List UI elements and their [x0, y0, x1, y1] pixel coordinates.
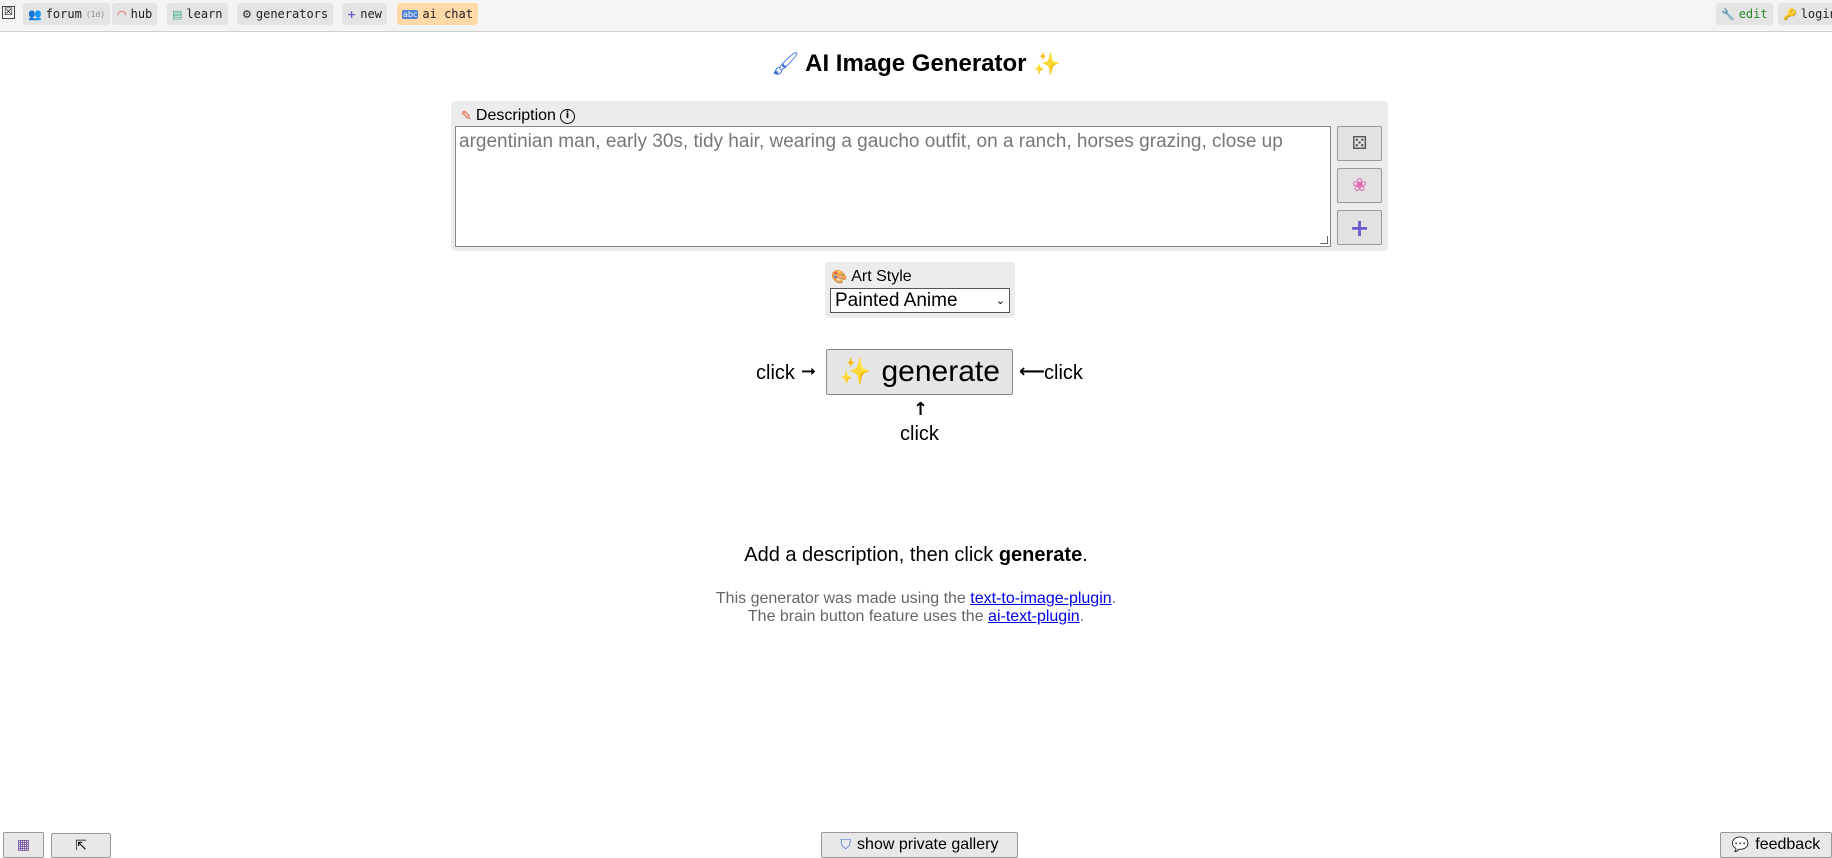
generators-button[interactable]: ⚙ generators	[237, 3, 334, 25]
edit-button[interactable]: 🔧 edit	[1716, 3, 1773, 25]
ai-text-plugin-link[interactable]: ai-text-plugin	[988, 608, 1080, 625]
art-style-label: 🎨 Art Style	[831, 268, 912, 286]
art-style-selected: Painted Anime	[835, 290, 958, 311]
credits-line-2-prefix: The brain button feature uses the	[747, 608, 989, 625]
wrench-icon: 🔧	[1721, 7, 1735, 21]
forum-button[interactable]: 👥 forum (1d)	[23, 3, 111, 25]
new-label: new	[360, 7, 382, 21]
edit-label: edit	[1738, 7, 1768, 21]
instruction-bold: generate	[998, 544, 1083, 566]
arrow-left-icon: ⟵	[1019, 361, 1045, 382]
instruction-prefix: Add a description, then click	[744, 544, 999, 566]
page-title-text: AI Image Generator	[805, 50, 1027, 77]
login-label: login	[1800, 7, 1832, 21]
magic-wand-icon: ✨	[1033, 52, 1061, 77]
generators-label: generators	[255, 7, 329, 21]
click-hint-right: click	[1044, 362, 1083, 384]
paintbrush-icon: 🖌	[771, 52, 800, 77]
click-hint-left: click	[756, 362, 795, 384]
show-private-gallery-button[interactable]: ⛉ show private gallery	[821, 832, 1018, 858]
hub-button[interactable]: ◠ hub	[112, 3, 158, 25]
credits-text: This generator was made using the text-t…	[0, 590, 1832, 626]
plus-icon: +	[347, 7, 357, 21]
art-style-label-text: Art Style	[851, 268, 912, 285]
books-icon: ▤	[172, 7, 183, 21]
art-style-select[interactable]: Painted Anime ⌄	[830, 288, 1010, 313]
description-input[interactable]: argentinian man, early 30s, tidy hair, w…	[455, 126, 1331, 247]
shield-icon: ⛉	[840, 837, 852, 853]
arrow-right-icon: ➞	[801, 361, 817, 382]
credits-line-2: The brain button feature uses the ai-tex…	[0, 608, 1832, 626]
description-label-text: Description	[475, 107, 556, 124]
abc-icon: abc	[402, 9, 419, 19]
text-to-image-plugin-link[interactable]: text-to-image-plugin	[970, 590, 1111, 607]
chevron-down-icon: ⌄	[995, 294, 1005, 307]
learn-label: learn	[186, 7, 223, 21]
gallery-thumbnail-button[interactable]: ▦	[3, 832, 44, 858]
arrow-up-icon: ↑	[913, 399, 929, 420]
feedback-label: feedback	[1755, 836, 1821, 853]
credits-line-1-suffix: .	[1111, 590, 1117, 607]
dice-icon: ⚄	[1351, 133, 1368, 154]
hub-label: hub	[130, 7, 153, 21]
info-icon[interactable]: i	[559, 108, 575, 124]
palette-icon: 🎨	[831, 269, 848, 285]
click-hint-below: click	[900, 423, 939, 445]
ai-chat-label: ai chat	[422, 7, 473, 21]
description-label: ✎ Description i	[461, 107, 575, 125]
description-panel: ✎ Description i argentinian man, early 3…	[451, 101, 1388, 251]
instruction-suffix: .	[1082, 544, 1088, 566]
learn-button[interactable]: ▤ learn	[167, 3, 228, 25]
speech-bubble-icon: 💬	[1731, 837, 1750, 853]
resize-handle[interactable]	[1320, 236, 1328, 244]
forum-badge: (1d)	[85, 9, 106, 19]
credits-line-2-suffix: .	[1079, 608, 1085, 625]
generate-label: generate	[881, 355, 1000, 388]
new-button[interactable]: + new	[342, 3, 387, 25]
description-value: argentinian man, early 30s, tidy hair, w…	[459, 131, 1283, 152]
plus-icon: +	[1349, 213, 1370, 242]
instruction-text: Add a description, then click generate.	[0, 544, 1832, 567]
brain-button[interactable]: ❀	[1337, 168, 1382, 203]
show-private-gallery-label: show private gallery	[857, 836, 999, 853]
forum-label: forum	[45, 7, 82, 21]
rainbow-icon: ◠	[117, 7, 127, 21]
image-icon: ▦	[16, 837, 31, 853]
key-icon: 🔑	[1783, 7, 1797, 21]
ai-chat-button[interactable]: abc ai chat	[397, 3, 478, 25]
credits-line-1-prefix: This generator was made using the	[715, 590, 971, 607]
feedback-button[interactable]: 💬 feedback	[1720, 832, 1832, 858]
page-title: 🖌 AI Image Generator ✨	[0, 50, 1832, 78]
art-style-panel: 🎨 Art Style Painted Anime ⌄	[825, 262, 1015, 318]
arrow-up-left-icon: ⇱	[75, 837, 87, 854]
sparkles-icon: ✨	[839, 357, 872, 387]
collapse-button[interactable]: ⇱	[51, 833, 111, 858]
generate-button[interactable]: ✨ generate	[826, 349, 1013, 395]
add-field-button[interactable]: +	[1337, 210, 1382, 245]
brain-icon: ❀	[1351, 175, 1368, 196]
close-icon[interactable]: ☒	[2, 6, 15, 19]
random-dice-button[interactable]: ⚄	[1337, 126, 1382, 161]
top-nav-bar: ☒ 👥 forum (1d) ◠ hub ▤ learn ⚙ generator…	[0, 0, 1832, 32]
login-button[interactable]: 🔑 login	[1778, 3, 1832, 25]
pencil-icon: ✎	[461, 108, 472, 124]
people-icon: 👥	[28, 7, 42, 21]
gears-icon: ⚙	[242, 7, 252, 21]
credits-line-1: This generator was made using the text-t…	[0, 590, 1832, 608]
